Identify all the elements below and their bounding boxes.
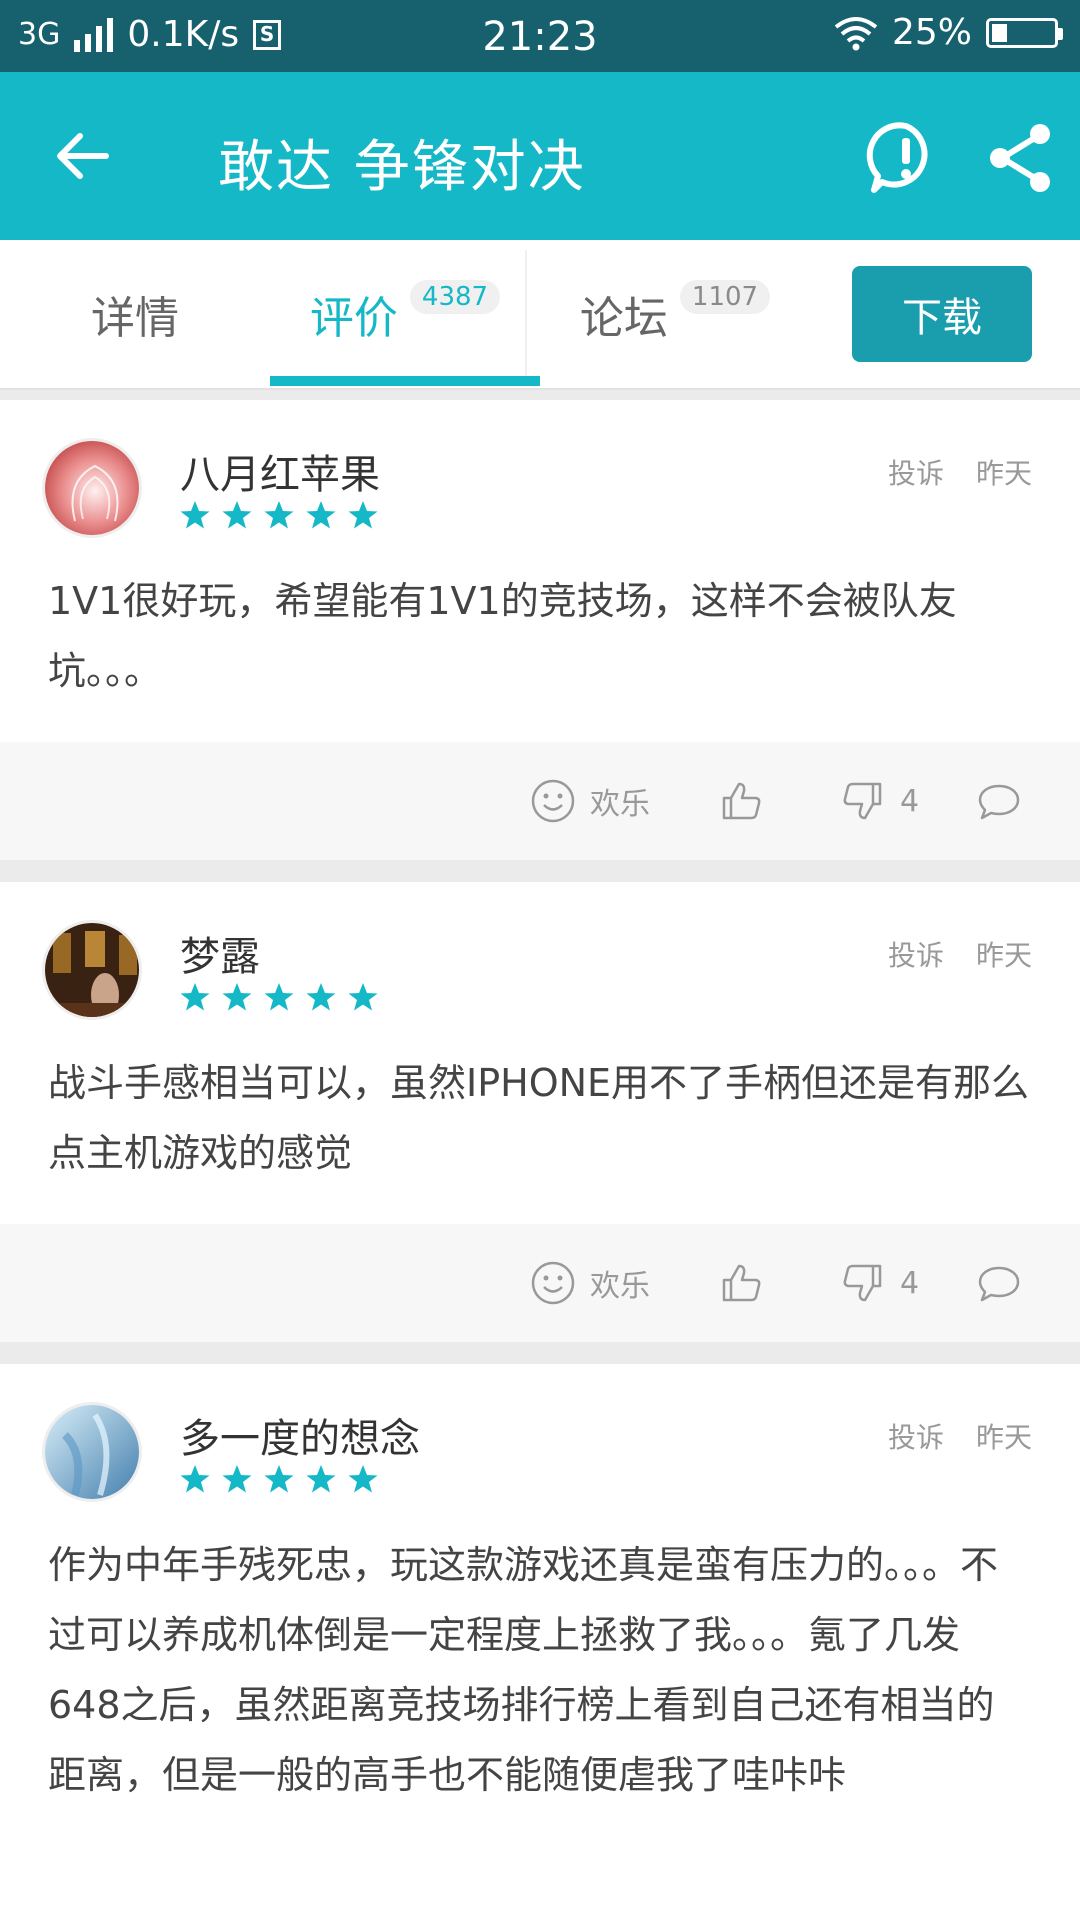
review-username[interactable]: 多一度的想念 xyxy=(180,1406,420,1464)
report-icon[interactable] xyxy=(866,118,946,198)
mood-button[interactable]: 欢乐 xyxy=(530,778,650,824)
share-icon[interactable] xyxy=(980,118,1060,198)
review-text: 战斗手感相当可以，虽然IPHONE用不了手柄但还是有那么点主机游戏的感觉 xyxy=(48,1061,1030,1175)
star-icon xyxy=(348,501,378,529)
rating-stars xyxy=(180,982,378,1012)
star-icon xyxy=(222,983,252,1011)
downvote-count: 4 xyxy=(900,783,920,819)
thumbs-down-icon xyxy=(843,1264,882,1302)
comment-bubble-icon xyxy=(978,784,1020,820)
review-time: 昨天 xyxy=(975,939,1032,972)
avatar[interactable] xyxy=(42,1402,142,1502)
review-actions: 欢乐 4 xyxy=(0,1224,1080,1342)
star-icon xyxy=(180,1465,210,1493)
review-count-badge: 4387 xyxy=(409,280,501,314)
comment-button[interactable] xyxy=(976,778,1022,824)
smiley-face-icon xyxy=(531,1261,575,1305)
comment-button[interactable] xyxy=(976,1260,1022,1306)
review-text: 1V1很好玩，希望能有1V1的竞技场，这样不会被队友坑。。。 xyxy=(48,579,957,693)
download-button[interactable]: 下载 xyxy=(852,266,1032,362)
rating-stars xyxy=(180,500,378,530)
review-time: 昨天 xyxy=(975,1421,1032,1454)
battery-icon xyxy=(986,17,1063,48)
review-meta: 投诉 昨天 xyxy=(888,934,1032,974)
tab-label: 论坛 xyxy=(579,293,668,344)
tab-label: 详情 xyxy=(91,293,179,344)
star-icon xyxy=(306,983,336,1011)
comment-bubble-icon xyxy=(978,1266,1020,1302)
battery-percent: 25% xyxy=(891,12,972,53)
star-icon xyxy=(306,501,336,529)
star-icon xyxy=(264,1465,294,1493)
report-link[interactable]: 投诉 xyxy=(888,934,944,974)
review-actions: 欢乐 4 xyxy=(0,742,1080,860)
tab-label: 评价 xyxy=(309,293,398,344)
app-bar: 敢达 争锋对决 xyxy=(0,72,1080,240)
back-arrow-icon[interactable] xyxy=(48,120,120,192)
like-button[interactable] xyxy=(718,778,764,824)
star-icon xyxy=(306,1465,336,1493)
downvote-count: 4 xyxy=(900,1265,920,1301)
review-text: 作为中年手残死忠，玩这款游戏还真是蛮有压力的。。。不过可以养成机体倒是一定程度上… xyxy=(48,1543,999,1797)
review-card: 梦露 投诉 昨天 战斗手感相当可以，虽然IPHONE用不了手柄但还是有那么点主机… xyxy=(0,882,1080,1342)
star-icon xyxy=(348,983,378,1011)
star-icon xyxy=(180,983,210,1011)
like-button[interactable] xyxy=(718,1260,764,1306)
review-time: 昨天 xyxy=(975,457,1032,490)
mood-label: 欢乐 xyxy=(590,1269,650,1304)
status-right: 25% xyxy=(834,12,1063,53)
report-link[interactable]: 投诉 xyxy=(888,1416,944,1456)
mood-button[interactable]: 欢乐 xyxy=(530,1260,650,1306)
star-icon xyxy=(264,983,294,1011)
thumbs-up-icon xyxy=(722,1264,761,1302)
dislike-button[interactable]: 4 xyxy=(840,778,919,824)
smiley-face-icon xyxy=(531,779,575,823)
mood-label: 欢乐 xyxy=(590,787,650,822)
status-bar: 3G 0.1K/s S 21:23 25% xyxy=(0,0,1080,72)
thumbs-down-icon xyxy=(843,782,882,820)
star-icon xyxy=(222,1465,252,1493)
tab-divider xyxy=(525,250,527,376)
avatar[interactable] xyxy=(42,920,142,1020)
active-tab-indicator xyxy=(270,376,540,386)
star-icon xyxy=(180,501,210,529)
wifi-icon xyxy=(834,16,878,50)
tab-details[interactable]: 详情 xyxy=(0,240,270,388)
tab-forum[interactable]: 论坛 1107 xyxy=(540,240,810,388)
forum-count-badge: 1107 xyxy=(679,280,771,314)
star-icon xyxy=(222,501,252,529)
avatar[interactable] xyxy=(42,438,142,538)
dislike-button[interactable]: 4 xyxy=(840,1260,919,1306)
rating-stars xyxy=(180,1464,378,1494)
report-link[interactable]: 投诉 xyxy=(888,452,944,492)
review-card: 多一度的想念 投诉 昨天 作为中年手残死忠，玩这款游戏还真是蛮有压力的。。。不过… xyxy=(0,1364,1080,1920)
review-username[interactable]: 梦露 xyxy=(180,924,260,982)
tab-reviews[interactable]: 评价 4387 xyxy=(270,240,540,388)
star-icon xyxy=(348,1465,378,1493)
review-card: 八月红苹果 投诉 昨天 1V1很好玩，希望能有1V1的竞技场，这样不会被队友坑。… xyxy=(0,400,1080,860)
thumbs-up-icon xyxy=(722,782,761,820)
review-username[interactable]: 八月红苹果 xyxy=(180,442,380,500)
page-title: 敢达 争锋对决 xyxy=(218,135,586,200)
tab-bar: 详情 评价 4387 论坛 1107 下载 xyxy=(0,240,1080,390)
review-meta: 投诉 昨天 xyxy=(888,1416,1032,1456)
review-meta: 投诉 昨天 xyxy=(888,452,1032,492)
star-icon xyxy=(264,501,294,529)
